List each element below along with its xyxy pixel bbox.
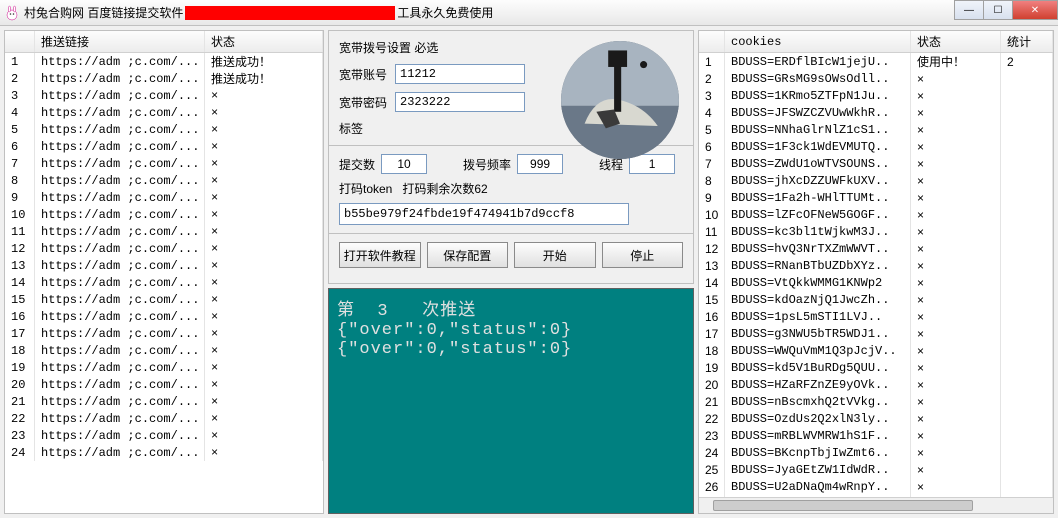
- password-input[interactable]: [395, 92, 525, 112]
- table-row[interactable]: 8https://adm ;c.com/...×: [5, 172, 323, 189]
- table-row[interactable]: 10BDUSS=lZFcOFNeW5GOGF..×: [699, 206, 1053, 223]
- links-rows[interactable]: 1https://adm ;c.com/...推送成功！2https://adm…: [5, 53, 323, 513]
- table-row[interactable]: 9BDUSS=1Fa2h-WHlTTUMt..×: [699, 189, 1053, 206]
- table-row[interactable]: 7BDUSS=ZWdU1oWTVSOUNS..×: [699, 155, 1053, 172]
- table-row[interactable]: 3https://adm ;c.com/...×: [5, 87, 323, 104]
- dial-freq-input[interactable]: [517, 154, 563, 174]
- dial-settings-group: 宽带拨号设置 必选 宽带账号 宽带密码 标签: [328, 30, 694, 284]
- table-row[interactable]: 13BDUSS=RNanBTbUZDbXYz..×: [699, 257, 1053, 274]
- links-panel: 推送链接 状态 1https://adm ;c.com/...推送成功！2htt…: [4, 30, 324, 514]
- cookies-rows[interactable]: 1BDUSS=ERDflBIcW1jejU..使用中！22BDUSS=GRsMG…: [699, 53, 1053, 497]
- table-row[interactable]: 22https://adm ;c.com/...×: [5, 410, 323, 427]
- submit-count-input[interactable]: [381, 154, 427, 174]
- center-panel: 宽带拨号设置 必选 宽带账号 宽带密码 标签: [328, 30, 694, 514]
- dial-freq-label: 拨号频率: [463, 156, 511, 173]
- table-row[interactable]: 19https://adm ;c.com/...×: [5, 359, 323, 376]
- table-row[interactable]: 4BDUSS=JFSWZCZVUwWkhR..×: [699, 104, 1053, 121]
- cookies-panel: cookies 状态 统计 1BDUSS=ERDflBIcW1jejU..使用中…: [698, 30, 1054, 514]
- title-suffix: 工具永久免费使用: [397, 4, 493, 21]
- table-row[interactable]: 5https://adm ;c.com/...×: [5, 121, 323, 138]
- table-row[interactable]: 17https://adm ;c.com/...×: [5, 325, 323, 342]
- table-row[interactable]: 16https://adm ;c.com/...×: [5, 308, 323, 325]
- table-row[interactable]: 17BDUSS=g3NWU5bTR5WDJ1..×: [699, 325, 1053, 342]
- save-config-button[interactable]: 保存配置: [427, 242, 509, 268]
- table-row[interactable]: 1https://adm ;c.com/...推送成功！: [5, 53, 323, 70]
- table-row[interactable]: 24BDUSS=BKcnpTbjIwZmt6..×: [699, 444, 1053, 461]
- table-row[interactable]: 15https://adm ;c.com/...×: [5, 291, 323, 308]
- table-row[interactable]: 5BDUSS=NNhaGlrNlZ1cS1..×: [699, 121, 1053, 138]
- table-row[interactable]: 23BDUSS=mRBLWVMRW1hS1F..×: [699, 427, 1053, 444]
- table-row[interactable]: 6BDUSS=1F3ck1WdEVMUTQ..×: [699, 138, 1053, 155]
- header-cookies[interactable]: cookies: [725, 31, 911, 52]
- table-row[interactable]: 12https://adm ;c.com/...×: [5, 240, 323, 257]
- table-row[interactable]: 22BDUSS=OzdUs2Q2xlN3ly..×: [699, 410, 1053, 427]
- token-input[interactable]: [339, 203, 629, 225]
- table-row[interactable]: 9https://adm ;c.com/...×: [5, 189, 323, 206]
- table-row[interactable]: 18BDUSS=WWQuVmM1Q3pJcjV..×: [699, 342, 1053, 359]
- table-row[interactable]: 26BDUSS=U2aDNaQm4wRnpY..×: [699, 478, 1053, 495]
- table-row[interactable]: 25BDUSS=JyaGEtZW1IdWdR..×: [699, 461, 1053, 478]
- table-row[interactable]: 24https://adm ;c.com/...×: [5, 444, 323, 461]
- header-stats[interactable]: 统计: [1001, 31, 1053, 52]
- tag-label: 标签: [339, 120, 395, 137]
- token-remain: 打码剩余次数62: [402, 182, 487, 196]
- table-row[interactable]: 8BDUSS=jhXcDZZUWFkUXV..×: [699, 172, 1053, 189]
- table-row[interactable]: 20https://adm ;c.com/...×: [5, 376, 323, 393]
- table-row[interactable]: 21https://adm ;c.com/...×: [5, 393, 323, 410]
- avatar-image: [561, 41, 679, 159]
- table-row[interactable]: 3BDUSS=1KRmo5ZTFpN1Ju..×: [699, 87, 1053, 104]
- password-label: 宽带密码: [339, 94, 395, 111]
- close-button[interactable]: ✕: [1012, 0, 1058, 20]
- window-titlebar: 村兔合购网 百度链接提交软件 工具永久免费使用 — ☐ ✕: [0, 0, 1058, 26]
- table-row[interactable]: 19BDUSS=kd5V1BuRDg5QUU..×: [699, 359, 1053, 376]
- log-console[interactable]: 第 3 次推送 {"over":0,"status":0} {"over":0,…: [328, 288, 694, 514]
- table-row[interactable]: 7https://adm ;c.com/...×: [5, 155, 323, 172]
- title-prefix: 村兔合购网 百度链接提交软件: [24, 4, 183, 21]
- token-label: 打码token: [339, 182, 392, 196]
- minimize-button[interactable]: —: [954, 0, 984, 20]
- app-icon: [4, 5, 20, 21]
- stop-button[interactable]: 停止: [602, 242, 684, 268]
- table-row[interactable]: 14https://adm ;c.com/...×: [5, 274, 323, 291]
- table-row[interactable]: 2https://adm ;c.com/...推送成功！: [5, 70, 323, 87]
- links-header: 推送链接 状态: [5, 31, 323, 53]
- table-row[interactable]: 20BDUSS=HZaRFZnZE9yOVk..×: [699, 376, 1053, 393]
- scrollbar-thumb[interactable]: [713, 500, 973, 511]
- table-row[interactable]: 16BDUSS=1psL5mSTI1LVJ..×: [699, 308, 1053, 325]
- start-button[interactable]: 开始: [514, 242, 596, 268]
- table-row[interactable]: 6https://adm ;c.com/...×: [5, 138, 323, 155]
- thread-input[interactable]: [629, 154, 675, 174]
- table-row[interactable]: 15BDUSS=kdOazNjQ1JwcZh..×: [699, 291, 1053, 308]
- table-row[interactable]: 23https://adm ;c.com/...×: [5, 427, 323, 444]
- table-row[interactable]: 13https://adm ;c.com/...×: [5, 257, 323, 274]
- header-status[interactable]: 状态: [205, 31, 323, 52]
- account-input[interactable]: [395, 64, 525, 84]
- table-row[interactable]: 18https://adm ;c.com/...×: [5, 342, 323, 359]
- table-row[interactable]: 14BDUSS=VtQkkWMMG1KNWp2×: [699, 274, 1053, 291]
- horizontal-scrollbar[interactable]: [699, 497, 1053, 513]
- table-row[interactable]: 11BDUSS=kc3bl1tWjkwM3J..×: [699, 223, 1053, 240]
- table-row[interactable]: 4https://adm ;c.com/...×: [5, 104, 323, 121]
- maximize-button[interactable]: ☐: [983, 0, 1013, 20]
- account-label: 宽带账号: [339, 66, 395, 83]
- cookies-header: cookies 状态 统计: [699, 31, 1053, 53]
- table-row[interactable]: 21BDUSS=nBscmxhQ2tVVkg..×: [699, 393, 1053, 410]
- header-status2[interactable]: 状态: [911, 31, 1001, 52]
- header-link[interactable]: 推送链接: [35, 31, 205, 52]
- tutorial-button[interactable]: 打开软件教程: [339, 242, 421, 268]
- table-row[interactable]: 1BDUSS=ERDflBIcW1jejU..使用中！2: [699, 53, 1053, 70]
- table-row[interactable]: 12BDUSS=hvQ3NrTXZmWWVT..×: [699, 240, 1053, 257]
- title-redacted: [185, 6, 395, 20]
- table-row[interactable]: 2BDUSS=GRsMG9sOWsOdll..×: [699, 70, 1053, 87]
- table-row[interactable]: 10https://adm ;c.com/...×: [5, 206, 323, 223]
- table-row[interactable]: 11https://adm ;c.com/...×: [5, 223, 323, 240]
- submit-count-label: 提交数: [339, 156, 375, 173]
